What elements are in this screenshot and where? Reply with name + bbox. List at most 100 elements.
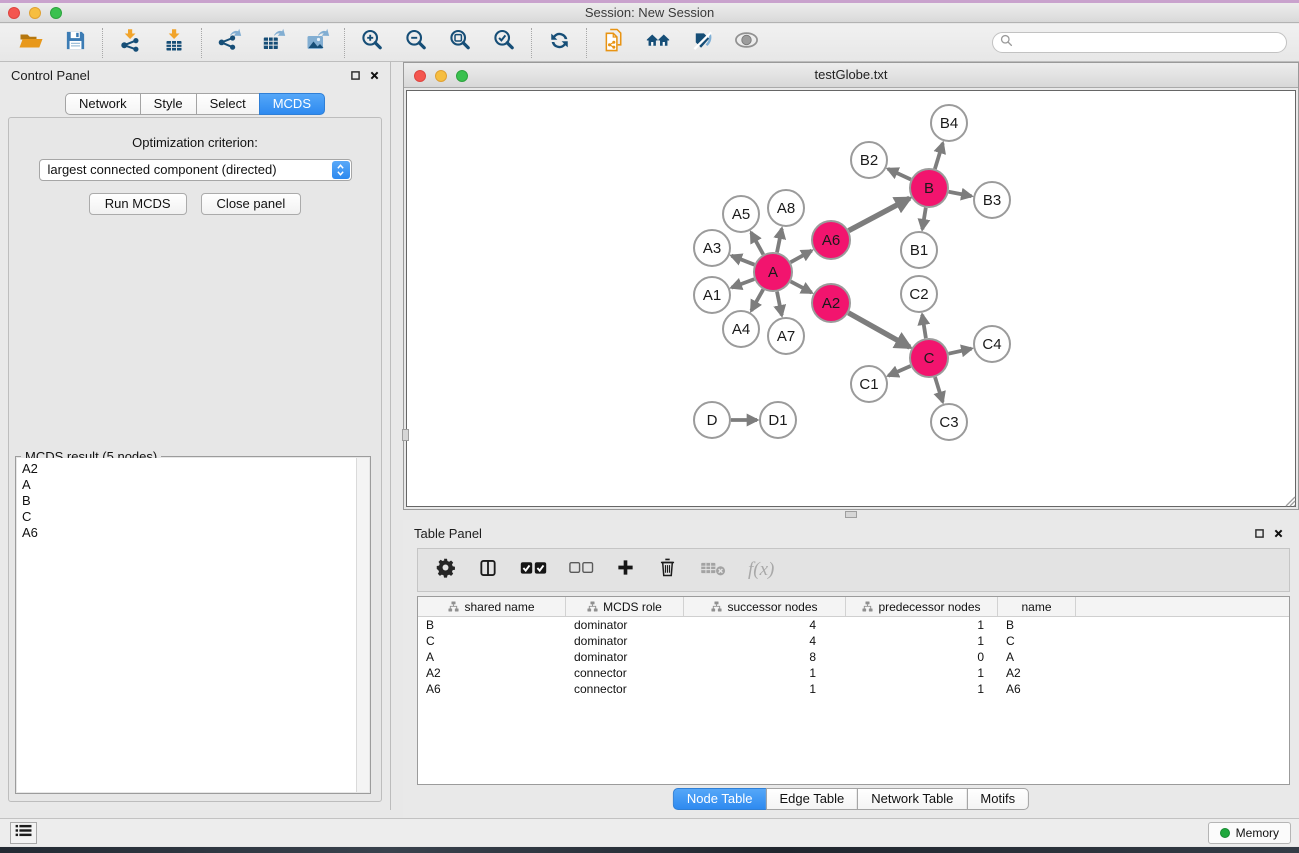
edge-A-A5[interactable] bbox=[751, 232, 763, 254]
close-window-button[interactable] bbox=[8, 7, 20, 19]
network-minimize-button[interactable] bbox=[435, 70, 447, 82]
table-row[interactable]: Adominator80A bbox=[418, 649, 1289, 665]
node-A7[interactable]: A7 bbox=[768, 318, 804, 354]
edge-C-C2[interactable] bbox=[922, 315, 926, 339]
vertical-splitter-handle[interactable] bbox=[402, 429, 409, 441]
export-network-button[interactable] bbox=[215, 29, 243, 57]
tab-network-table[interactable]: Network Table bbox=[857, 788, 967, 810]
edge-C-C4[interactable] bbox=[949, 349, 972, 354]
edge-B-B4[interactable] bbox=[935, 143, 943, 169]
edge-A-A8[interactable] bbox=[777, 229, 782, 253]
tab-style[interactable]: Style bbox=[140, 93, 197, 115]
zoom-out-button[interactable] bbox=[402, 29, 430, 57]
edge-A-A6[interactable] bbox=[791, 251, 812, 263]
show-graphics-details-button[interactable] bbox=[732, 29, 760, 57]
mcds-result-item[interactable]: C bbox=[22, 509, 369, 525]
node-A[interactable]: A bbox=[754, 253, 792, 291]
column-header-MCDS-role[interactable]: MCDS role bbox=[566, 597, 684, 616]
show-columns-button[interactable] bbox=[478, 558, 498, 583]
mcds-result-item[interactable]: A2 bbox=[22, 461, 369, 477]
save-session-button[interactable] bbox=[61, 29, 89, 57]
node-D[interactable]: D bbox=[694, 402, 730, 438]
edge-B-B3[interactable] bbox=[949, 192, 972, 196]
edge-A-A1[interactable] bbox=[732, 279, 755, 288]
close-panel-button[interactable]: Close panel bbox=[201, 193, 302, 215]
edge-A-A4[interactable] bbox=[751, 289, 763, 310]
node-A8[interactable]: A8 bbox=[768, 190, 804, 226]
edge-C-C1[interactable] bbox=[888, 366, 910, 376]
table-row[interactable]: Cdominator41C bbox=[418, 633, 1289, 649]
node-A6[interactable]: A6 bbox=[812, 221, 850, 259]
mcds-result-item[interactable]: A6 bbox=[22, 525, 369, 541]
node-C2[interactable]: C2 bbox=[901, 276, 937, 312]
table-row[interactable]: A6connector11A6 bbox=[418, 681, 1289, 697]
tab-network[interactable]: Network bbox=[65, 93, 141, 115]
column-header-successor-nodes[interactable]: successor nodes bbox=[684, 597, 846, 616]
tab-mcds[interactable]: MCDS bbox=[259, 93, 325, 115]
edge-A-A7[interactable] bbox=[777, 292, 782, 316]
node-C4[interactable]: C4 bbox=[974, 326, 1010, 362]
minimize-window-button[interactable] bbox=[29, 7, 41, 19]
mcds-result-item[interactable]: B bbox=[22, 493, 369, 509]
criterion-dropdown[interactable]: largest connected component (directed) bbox=[39, 159, 352, 181]
edge-C-C3[interactable] bbox=[935, 377, 943, 402]
node-D1[interactable]: D1 bbox=[760, 402, 796, 438]
mcds-result-item[interactable]: A bbox=[22, 477, 369, 493]
mcds-result-list[interactable]: A2ABCA6 bbox=[17, 458, 369, 792]
zoom-fit-button[interactable] bbox=[446, 29, 474, 57]
float-table-panel-icon[interactable] bbox=[1255, 526, 1264, 541]
tab-select[interactable]: Select bbox=[196, 93, 260, 115]
export-image-button[interactable] bbox=[303, 29, 331, 57]
home-view-button[interactable] bbox=[644, 29, 672, 57]
result-list-scrollbar[interactable] bbox=[356, 458, 369, 792]
node-C1[interactable]: C1 bbox=[851, 366, 887, 402]
edge-A-A2[interactable] bbox=[791, 281, 812, 292]
node-A4[interactable]: A4 bbox=[723, 311, 759, 347]
edge-A-A3[interactable] bbox=[732, 256, 755, 265]
node-A5[interactable]: A5 bbox=[723, 196, 759, 232]
table-row[interactable]: A2connector11A2 bbox=[418, 665, 1289, 681]
node-A1[interactable]: A1 bbox=[694, 277, 730, 313]
refresh-view-button[interactable] bbox=[545, 29, 573, 57]
open-session-button[interactable] bbox=[17, 29, 45, 57]
network-canvas[interactable]: B4B2BB3A5A8A6B1A3AA1C2A2A4A7C4CC1C3DD1 bbox=[406, 90, 1296, 507]
node-A3[interactable]: A3 bbox=[694, 230, 730, 266]
edge-A6-B[interactable] bbox=[849, 198, 910, 230]
node-B4[interactable]: B4 bbox=[931, 105, 967, 141]
column-header-predecessor-nodes[interactable]: predecessor nodes bbox=[846, 597, 998, 616]
table-settings-button[interactable] bbox=[435, 557, 456, 583]
network-maximize-button[interactable] bbox=[456, 70, 468, 82]
memory-button[interactable]: Memory bbox=[1208, 822, 1291, 844]
edge-B-B1[interactable] bbox=[922, 208, 926, 230]
node-C3[interactable]: C3 bbox=[931, 404, 967, 440]
horizontal-splitter-handle[interactable] bbox=[845, 511, 857, 518]
import-network-button[interactable] bbox=[116, 29, 144, 57]
float-panel-icon[interactable] bbox=[351, 68, 360, 83]
import-table-button[interactable] bbox=[160, 29, 188, 57]
new-network-from-selection-button[interactable] bbox=[600, 29, 628, 57]
zoom-in-button[interactable] bbox=[358, 29, 386, 57]
delete-rows-button[interactable] bbox=[657, 557, 678, 583]
tab-edge-table[interactable]: Edge Table bbox=[765, 788, 858, 810]
tab-node-table[interactable]: Node Table bbox=[673, 788, 767, 810]
network-close-button[interactable] bbox=[414, 70, 426, 82]
maximize-window-button[interactable] bbox=[50, 7, 62, 19]
node-B1[interactable]: B1 bbox=[901, 232, 937, 268]
node-B3[interactable]: B3 bbox=[974, 182, 1010, 218]
add-row-button[interactable] bbox=[616, 558, 635, 582]
edge-A2-C[interactable] bbox=[848, 313, 909, 347]
node-B[interactable]: B bbox=[910, 169, 948, 207]
tab-motifs[interactable]: Motifs bbox=[966, 788, 1029, 810]
resize-grip-icon[interactable] bbox=[1282, 493, 1296, 507]
hide-labels-button[interactable] bbox=[688, 29, 716, 57]
column-header-name[interactable]: name bbox=[998, 597, 1076, 616]
select-all-rows-button[interactable] bbox=[520, 561, 547, 580]
node-B2[interactable]: B2 bbox=[851, 142, 887, 178]
search-field[interactable] bbox=[992, 32, 1287, 53]
zoom-selected-button[interactable] bbox=[490, 29, 518, 57]
column-header-shared-name[interactable]: shared name bbox=[418, 597, 566, 616]
search-input[interactable] bbox=[1017, 34, 1286, 51]
node-C[interactable]: C bbox=[910, 339, 948, 377]
close-table-panel-icon[interactable] bbox=[1274, 526, 1283, 541]
table-row[interactable]: Bdominator41B bbox=[418, 617, 1289, 633]
